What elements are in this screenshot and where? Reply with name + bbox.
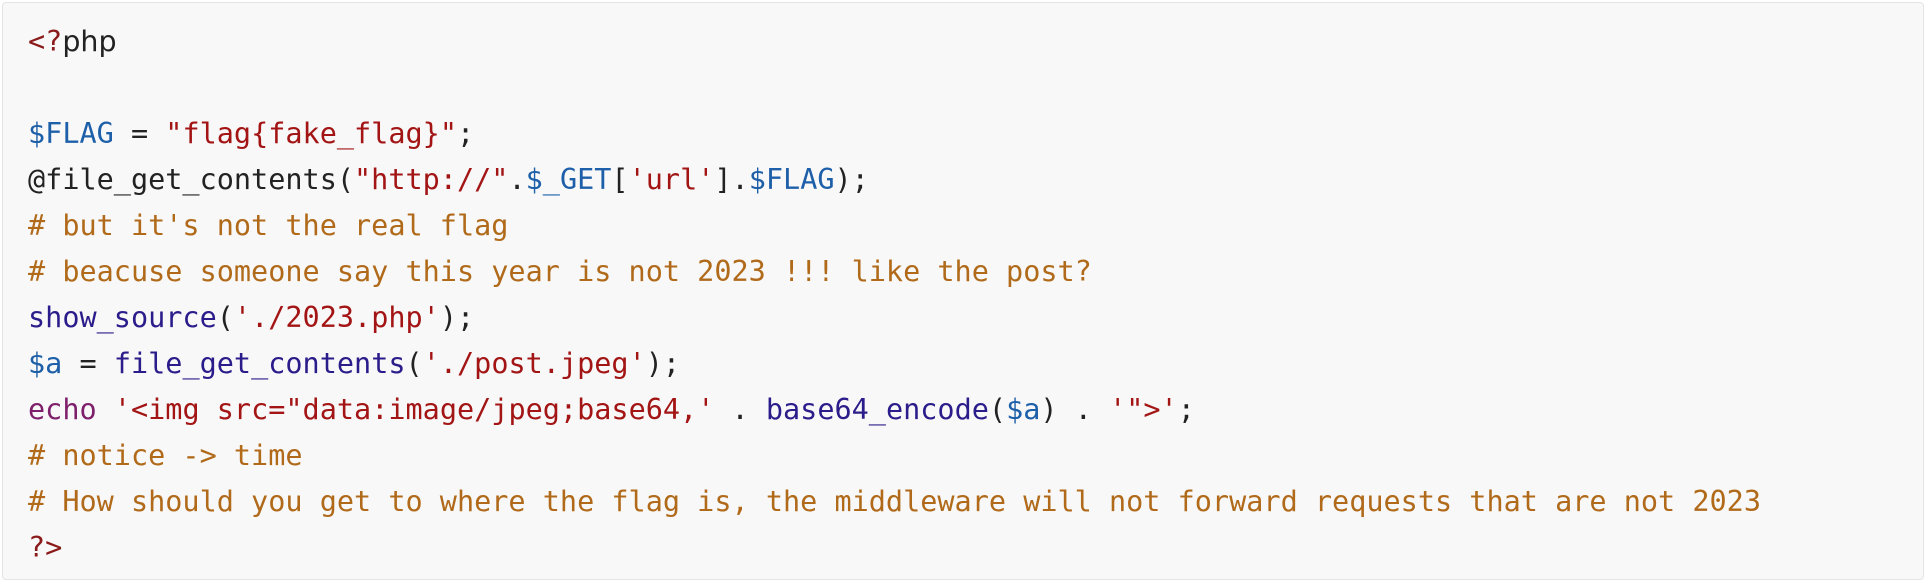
code-line-3: $FLAG = "flag{fake_flag}"; xyxy=(28,111,1899,157)
code-line-11: # How should you get to where the flag i… xyxy=(28,479,1899,525)
a-variable-ref: $a xyxy=(1006,393,1041,426)
php-keyword: php xyxy=(62,25,117,58)
code-line-5: # but it's not the real flag xyxy=(28,203,1899,249)
code-line-6: # beacuse someone say this year is not 2… xyxy=(28,249,1899,295)
comment-year: # beacuse someone say this year is not 2… xyxy=(28,255,1092,288)
paren-open: ( xyxy=(988,393,1007,426)
call-end: ); xyxy=(834,163,869,196)
code-line-4: @file_get_contents("http://".$_GET['url'… xyxy=(28,157,1899,203)
paren-open: ( xyxy=(405,347,423,380)
concat-operator: . xyxy=(1057,393,1110,426)
comment-middleware: # How should you get to where the flag i… xyxy=(28,485,1762,518)
show-source-function: show_source xyxy=(28,301,217,334)
code-line-7: show_source('./2023.php'); xyxy=(28,295,1899,341)
php-open-tag: <? xyxy=(28,25,63,58)
img-tag-string: '<img src="data:image/jpeg;base64,' xyxy=(113,393,715,426)
concat-operator: . xyxy=(714,393,766,426)
bracket-close: ]. xyxy=(714,163,749,196)
php-close-tag: ?> xyxy=(28,531,63,564)
assign-operator: = xyxy=(113,117,166,150)
img-end-string: '">' xyxy=(1109,393,1178,426)
semicolon: ; xyxy=(456,117,475,150)
comment-real-flag: # but it's not the real flag xyxy=(28,209,509,242)
paren-close: ) xyxy=(1040,393,1058,426)
paren-open: ( xyxy=(216,301,234,334)
file-get-contents-call: @file_get_contents( xyxy=(28,163,355,196)
code-block: <?php $FLAG = "flag{fake_flag}"; @file_g… xyxy=(2,2,1924,580)
code-line-2-blank xyxy=(28,65,1899,111)
url-key-string: 'url' xyxy=(628,163,715,196)
code-line-9: echo '<img src="data:image/jpeg;base64,'… xyxy=(28,387,1899,433)
file-get-contents-function: file_get_contents xyxy=(113,347,406,380)
post-argument: './post.jpeg' xyxy=(422,347,646,380)
concat-dot: . xyxy=(508,163,526,196)
a-variable: $a xyxy=(28,347,63,380)
http-string: "http://" xyxy=(354,163,509,196)
comment-notice: # notice -> time xyxy=(28,439,303,472)
semicolon: ; xyxy=(1177,393,1195,426)
code-line-12: ?> xyxy=(28,525,1899,571)
call-end: ); xyxy=(439,301,475,334)
code-line-1: <?php xyxy=(28,19,1899,65)
get-superglobal: $_GET xyxy=(525,163,612,196)
bracket-open: [ xyxy=(611,163,629,196)
code-line-8: $a = file_get_contents('./post.jpeg'); xyxy=(28,341,1899,387)
flag-variable: $FLAG xyxy=(28,117,114,150)
echo-keyword: echo xyxy=(28,393,97,426)
code-line-10: # notice -> time xyxy=(28,433,1899,479)
flag-string: "flag{fake_flag}" xyxy=(165,117,457,150)
call-end: ); xyxy=(645,347,681,380)
base64-encode-function: base64_encode xyxy=(765,393,989,426)
assign-operator: = xyxy=(62,347,114,380)
flag-variable-ref: $FLAG xyxy=(748,163,835,196)
show-source-argument: './2023.php' xyxy=(233,301,440,334)
